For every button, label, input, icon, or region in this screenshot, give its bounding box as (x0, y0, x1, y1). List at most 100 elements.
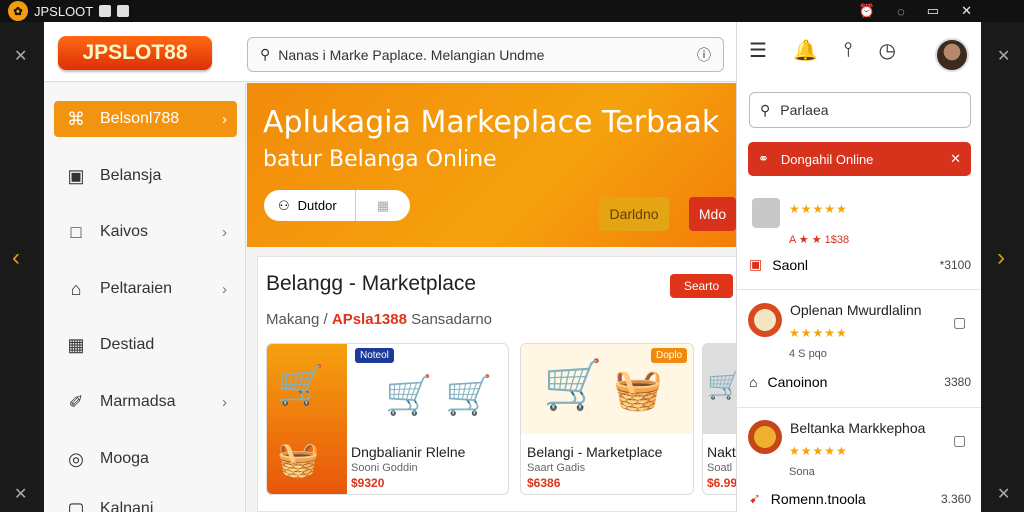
close-icon[interactable]: ✕ (14, 46, 27, 66)
panel-search-query: Parlaea (780, 102, 829, 118)
window-titlebar: ✿ JPSLOOT ⏰ ◌ ▭ ✕ (0, 0, 1024, 22)
left-gutter: ✕ ‹ ✕ (0, 22, 44, 512)
item-sub: Sona (789, 466, 815, 478)
chevron-left-icon[interactable]: ‹ (12, 244, 20, 272)
product-card[interactable]: 🛒 🧺 Doplo Belangi - Marketplace Saart Ga… (520, 343, 694, 495)
bell-icon[interactable]: 🔔 (793, 38, 818, 63)
sidebar-item-kaivos[interactable]: □ Kaivos › (54, 214, 237, 250)
item-footer: ➹ Romenn.tnoola 3.360 (749, 490, 971, 507)
sidebar-item-marmadsa[interactable]: ✐ Marmadsa › (54, 384, 237, 420)
tab-icon[interactable] (99, 5, 112, 17)
clock-icon[interactable]: ◷ (879, 38, 896, 63)
right-panel: ☰ 🔔 ⫯ ◷ ⚲ Parlaea ⚭ Dongahil Online ✕ ★★… (736, 22, 981, 512)
online-banner-label: Dongahil Online (780, 151, 874, 167)
product-price: $9320 (351, 476, 385, 490)
item-sub: A ★ ★ 1$38 (789, 234, 850, 246)
section-title: Belangg - Marketplace (266, 272, 477, 295)
hero-primary-button[interactable]: Darldno (599, 197, 669, 231)
info-icon[interactable]: ⓘ (697, 45, 711, 65)
breadcrumb-suffix: Sansadarno (411, 311, 493, 328)
chevron-right-icon[interactable]: › (997, 244, 1005, 272)
search-icon: ⚲ (760, 101, 771, 118)
flask-icon[interactable]: ⫯ (844, 39, 853, 62)
product-name: Belangi - Marketplace (527, 444, 663, 460)
sidebar-item-destiad[interactable]: ▦ Destiad (54, 327, 237, 363)
chevron-right-icon: › (222, 280, 227, 298)
search-button-label: Searto (683, 279, 720, 293)
close-icon[interactable]: ✕ (950, 151, 961, 167)
item-title: Oplenan Mwurdlalinn (790, 302, 922, 318)
sidebar: ⌘ Belsonl788 › ▣ Belansja □ Kaivos › ⌂ P… (44, 83, 246, 512)
breadcrumb-highlight[interactable]: APsla1388 (332, 311, 407, 328)
chat-icon: □ (70, 221, 82, 242)
product-meta: Saart Gadis (527, 462, 586, 474)
menu-icon[interactable]: ☰ (749, 38, 767, 63)
item-title: Beltanka Markkephoa (790, 420, 926, 436)
search-query: Nanas i Marke Paplace. Melangian Undme (278, 46, 545, 63)
close-icon[interactable]: ✕ (961, 3, 972, 19)
hero-title: Aplukagia Markeplace Terbaak (263, 105, 720, 140)
sidebar-item-label: Destiad (100, 336, 155, 353)
list-item[interactable]: Beltanka Markkephoa ▢ ★★★★★ Sona ➹ Romen… (737, 408, 981, 512)
sidebar-item-label: Kaivos (100, 223, 149, 240)
avatar[interactable] (935, 38, 969, 72)
sidebar-item-belansja[interactable]: ▣ Belansja (54, 158, 237, 194)
product-name: Dngbalianir Rlelne (351, 444, 466, 460)
product-thumb (748, 303, 782, 337)
rating-stars: ★★★★★ (789, 444, 848, 458)
sidebar-item-label: Belsonl788 (100, 110, 180, 127)
link-icon: ⚭ (758, 151, 769, 166)
rocket-icon: ➹ (749, 490, 761, 506)
shopping-cart-icon: 🛒 (385, 375, 433, 417)
product-thumb (748, 420, 782, 454)
sidebar-item-kalnani[interactable]: ▢ Kalnani (54, 491, 237, 512)
product-meta: Soatl (707, 462, 733, 474)
user-toggle[interactable]: ⚇ Dutdor (264, 190, 356, 221)
list-item[interactable]: Oplenan Mwurdlalinn ▢ ★★★★★ 4 S pqo ⌂ Ca… (737, 290, 981, 408)
item-footer-value: 3380 (944, 375, 971, 389)
grid-icon[interactable]: ▦ (356, 198, 410, 214)
basket-icon: 🧺 (613, 368, 663, 412)
item-sub: 4 S pqo (789, 348, 827, 360)
product-card[interactable]: 🛒 🧺 🛒 🛒 Noteol Dngbalianir Rlelne Sooni … (266, 343, 509, 495)
hero-secondary-label: Mdo (698, 206, 727, 222)
hero-subtitle: batur Belanga Online (263, 147, 497, 172)
store-icon: ⌂ (749, 374, 758, 390)
panel-search-input[interactable]: ⚲ Parlaea (749, 92, 971, 128)
main-search-input[interactable]: ⚲ Nanas i Marke Paplace. Melangian Undme… (247, 37, 724, 72)
chat-icon[interactable]: ▢ (953, 314, 966, 331)
command-icon: ⌘ (67, 108, 85, 129)
online-banner[interactable]: ⚭ Dongahil Online ✕ (748, 142, 971, 176)
sidebar-item-belsonl788[interactable]: ⌘ Belsonl788 › (54, 101, 237, 137)
close-icon[interactable]: ✕ (14, 484, 27, 504)
wifi-icon[interactable]: ◌ (897, 4, 905, 19)
tab-icon-2[interactable] (117, 5, 130, 17)
hero-secondary-button[interactable]: Mdo (689, 197, 736, 231)
item-footer: ⌂ Canoinon 3380 (749, 374, 971, 390)
list-item[interactable]: ★★★★★ A ★ ★ 1$38 ▣ Saonl *3100 (737, 186, 981, 290)
product-thumb (752, 198, 780, 228)
app-logo-icon: ✿ (8, 1, 28, 21)
grid-icon: ▦ (67, 334, 85, 355)
marketplace-section: Belangg - Marketplace Searto Makang / AP… (257, 256, 742, 512)
hero-pill-label: Dutdor (297, 198, 337, 213)
hero-pill-toggle[interactable]: ⚇ Dutdor ▦ (264, 190, 410, 221)
hero-banner: Aplukagia Markeplace Terbaak batur Belan… (247, 83, 736, 247)
sidebar-item-peltaraien[interactable]: ⌂ Peltaraien › (54, 271, 237, 307)
maximize-icon[interactable]: ▭ (927, 3, 939, 19)
close-icon[interactable]: ✕ (997, 46, 1010, 66)
product-price: $6386 (527, 476, 561, 490)
pencil-icon: ✐ (68, 391, 84, 412)
sidebar-item-mooga[interactable]: ◎ Mooga (54, 441, 237, 477)
close-icon[interactable]: ✕ (997, 484, 1010, 504)
brand-logo[interactable]: JPSLOT88 (58, 36, 212, 70)
rating-stars: ★★★★★ (789, 326, 848, 340)
product-image: 🛒 🧺 (267, 344, 347, 494)
food-basket-icon: 🧺 (277, 441, 320, 479)
chat-icon[interactable]: ▢ (953, 432, 966, 449)
shopping-cart-icon: 🛒 (543, 359, 603, 412)
sidebar-item-label: Belansja (100, 167, 162, 184)
search-button[interactable]: Searto (670, 274, 733, 298)
sidebar-item-label: Kalnani (100, 500, 154, 512)
timer-icon[interactable]: ⏰ (859, 3, 875, 19)
